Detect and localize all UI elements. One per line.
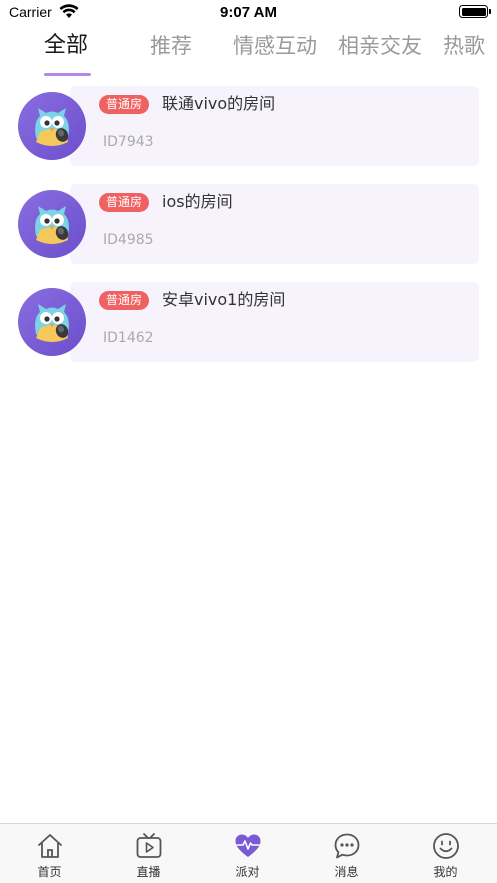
bottom-tab-bar: 首页 直播 派对 消息 我的 — [0, 823, 497, 883]
room-list-item[interactable]: 普通房 ios的房间 ID4985 — [0, 184, 497, 264]
tabbar-item-messages[interactable]: 消息 — [297, 824, 396, 883]
tab-recommended[interactable]: 推荐 — [150, 30, 192, 62]
smiley-icon — [432, 833, 459, 859]
battery-icon — [459, 5, 491, 18]
tabbar-label: 首页 — [37, 865, 62, 879]
room-name: 安卓vivo1的房间 — [162, 290, 286, 309]
status-bar: Carrier 9:07 AM — [0, 0, 497, 26]
tab-emotional-interaction[interactable]: 情感互动 — [233, 30, 317, 62]
tabbar-item-home[interactable]: 首页 — [0, 824, 99, 883]
tabbar-label: 我的 — [433, 865, 458, 879]
home-icon — [37, 834, 62, 858]
room-type-badge: 普通房 — [99, 95, 150, 114]
room-id: ID7943 — [103, 134, 154, 150]
owl-singer-icon — [35, 206, 69, 244]
heart-pulse-icon — [235, 834, 260, 857]
tabbar-item-profile[interactable]: 我的 — [396, 824, 495, 883]
chat-bubble-icon — [334, 833, 359, 859]
room-name: 联通vivo的房间 — [162, 94, 276, 113]
room-id: ID4985 — [103, 232, 154, 248]
status-time: 9:07 AM — [220, 4, 277, 21]
room-type-badge: 普通房 — [99, 291, 150, 310]
room-list-item[interactable]: 普通房 联通vivo的房间 ID7943 — [0, 86, 497, 166]
tabbar-label: 消息 — [334, 865, 359, 879]
room-avatar — [18, 288, 86, 356]
room-id: ID1462 — [103, 330, 154, 346]
tabbar-item-party[interactable]: 派对 — [198, 824, 297, 883]
room-type-badge: 普通房 — [99, 193, 150, 212]
tabbar-label: 派对 — [235, 865, 260, 879]
room-list-item[interactable]: 普通房 安卓vivo1的房间 ID1462 — [0, 282, 497, 362]
tab-all[interactable]: 全部 — [44, 30, 88, 62]
tv-play-icon — [136, 833, 161, 858]
room-avatar — [18, 92, 86, 160]
tab-dating[interactable]: 相亲交友 — [338, 30, 422, 62]
room-name: ios的房间 — [162, 192, 233, 211]
active-tab-indicator — [44, 73, 91, 76]
room-avatar — [18, 190, 86, 258]
owl-singer-icon — [35, 108, 69, 146]
tabbar-label: 直播 — [136, 865, 161, 879]
category-tabs: 全部 推荐 情感互动 相亲交友 热歌 — [0, 30, 497, 78]
tab-hot-songs[interactable]: 热歌 — [443, 30, 485, 62]
tabbar-item-live[interactable]: 直播 — [99, 824, 198, 883]
owl-singer-icon — [35, 304, 69, 342]
